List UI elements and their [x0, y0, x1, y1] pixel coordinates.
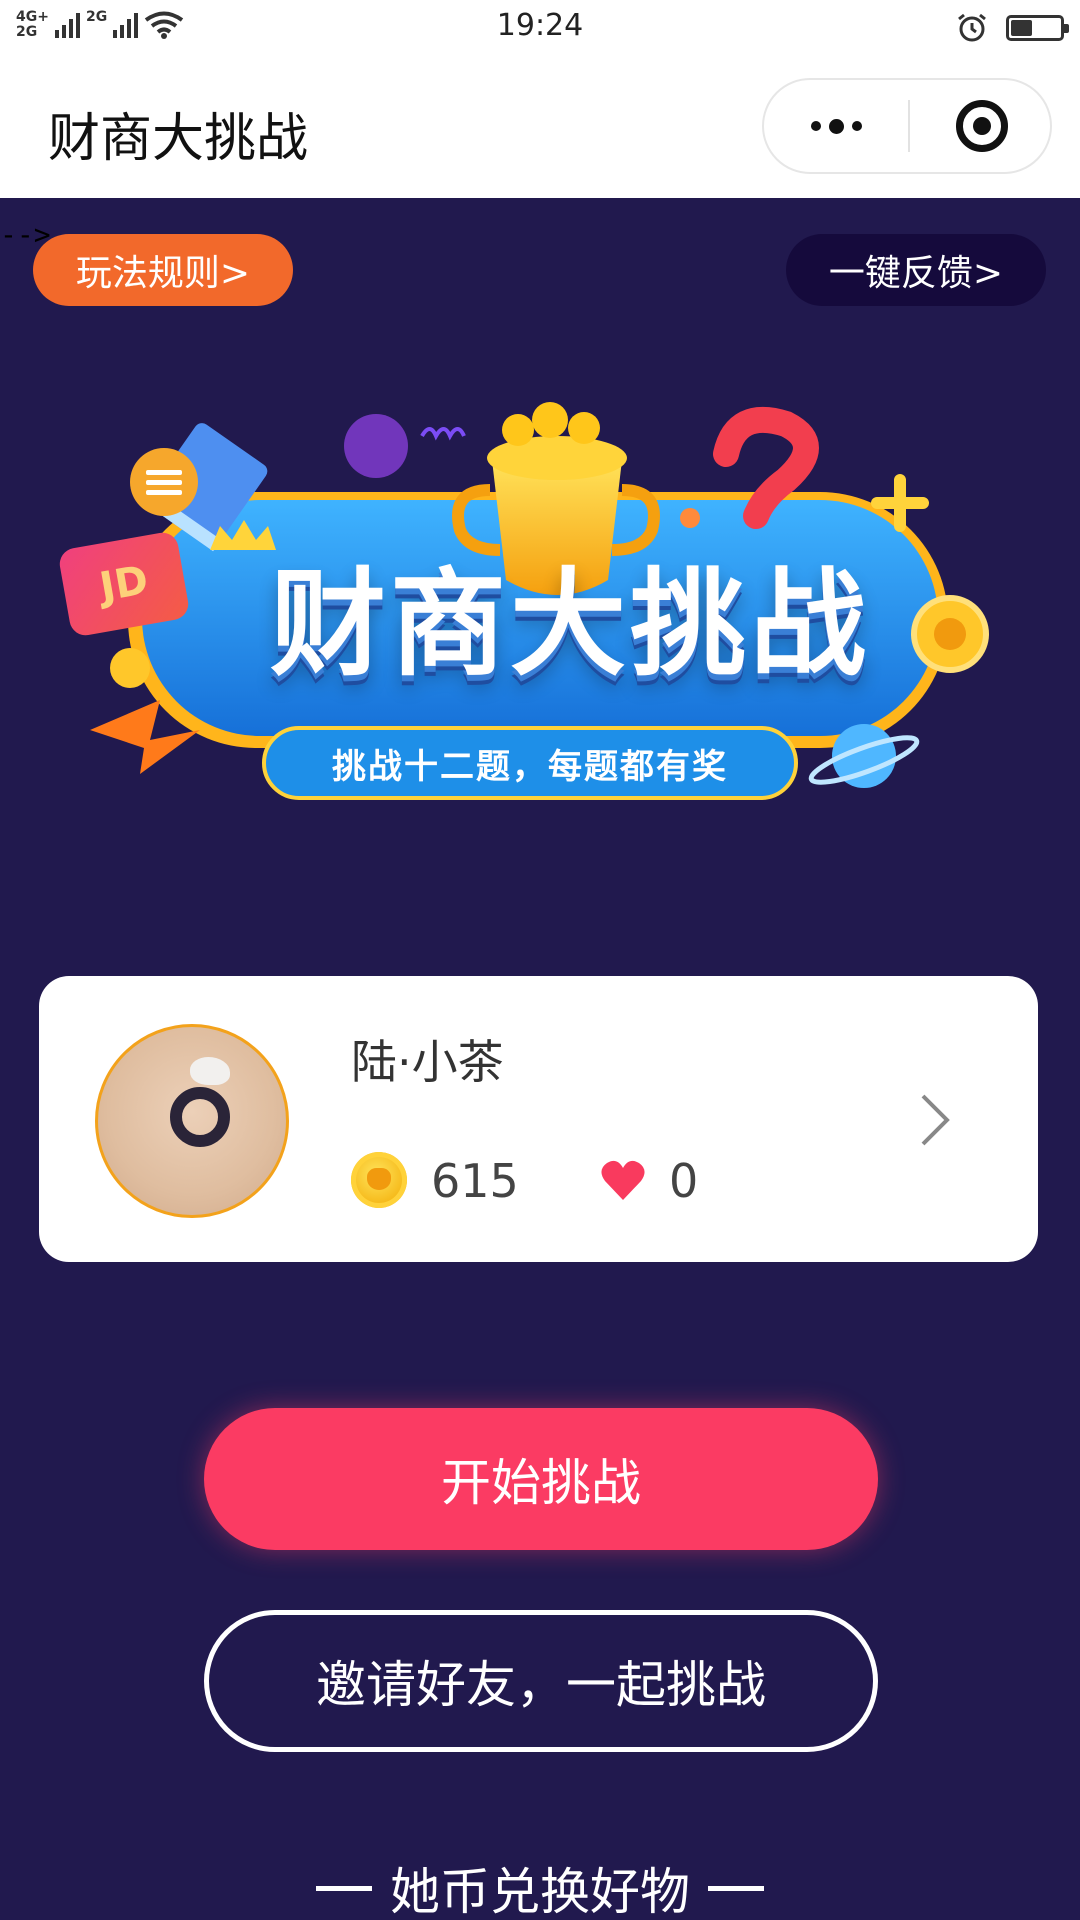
battery-level	[1011, 20, 1032, 36]
banner-subtitle: 挑战十二题，每题都有奖	[262, 726, 798, 800]
orb-icon	[344, 414, 408, 478]
status-right	[956, 12, 1069, 44]
alarm-icon	[958, 13, 986, 42]
feedback-button[interactable]: 一键反馈>	[786, 234, 1046, 306]
banner-title: 财商大挑战	[270, 557, 870, 692]
heading-dash-right	[708, 1885, 764, 1891]
start-challenge-button[interactable]: 开始挑战	[204, 1408, 878, 1550]
target-icon	[956, 100, 1008, 152]
title-bar: 财商大挑战	[0, 56, 1080, 198]
chat-bubble-icon	[130, 448, 198, 516]
heart-icon	[601, 1160, 645, 1200]
more-options-button[interactable]	[764, 80, 908, 172]
coin-icon	[351, 1152, 407, 1208]
chevron-right-icon	[921, 1094, 950, 1146]
close-mini-program-button[interactable]	[910, 80, 1054, 172]
user-name: 陆·小茶	[351, 1035, 504, 1089]
coin-decor-left	[110, 648, 150, 688]
mini-program-capsule	[762, 78, 1052, 174]
invite-friends-button[interactable]: 邀请好友，一起挑战	[204, 1610, 878, 1752]
status-bar: 4G+ 2G 2G 19:24	[0, 0, 1080, 56]
exchange-heading-text: 她币兑换好物	[390, 1863, 690, 1920]
rules-button[interactable]: 玩法规则>	[33, 234, 293, 306]
avatar-bird	[190, 1057, 230, 1085]
battery-icon	[1006, 15, 1069, 41]
user-profile-card[interactable]: 陆·小茶 615 0	[39, 976, 1038, 1262]
exchange-section-heading: 她币兑换好物	[0, 1852, 1080, 1920]
heading-dash-left	[316, 1885, 372, 1891]
avatar-wreath	[170, 1087, 230, 1147]
coin-count: 615	[431, 1154, 519, 1208]
likes-count: 0	[669, 1154, 699, 1208]
avatar	[95, 1024, 289, 1218]
page-title: 财商大挑战	[48, 109, 309, 169]
status-time: 19:24	[496, 8, 584, 43]
banner: JD 财商大挑战 挑战十二题，每题都有奖	[50, 400, 1000, 820]
